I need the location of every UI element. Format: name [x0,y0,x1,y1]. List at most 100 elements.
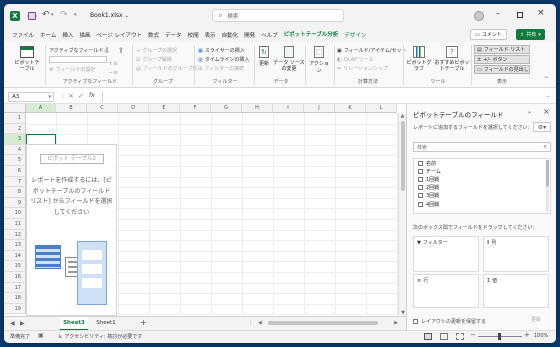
tab-formulas[interactable]: 数式 [145,29,162,43]
expand-formula-icon[interactable]: ⌄ [546,93,550,99]
row-header[interactable]: 15 [4,261,26,272]
column-header[interactable]: J [304,104,335,113]
tab-help[interactable]: ヘルプ [258,29,281,43]
field-item[interactable]: 名前 [414,159,550,167]
row-header[interactable]: 14 [4,250,26,262]
formula-input[interactable] [102,92,544,102]
fields-items-sets-button[interactable]: ▣ フィールド/アイテム/セット [337,46,407,55]
formula-more-icon[interactable]: ⋮ [60,93,66,100]
macro-record-icon[interactable]: ▣ [38,332,44,339]
column-header[interactable]: H [242,104,273,113]
comment-button[interactable]: ▭ コメント [470,29,507,40]
qat-more-icon[interactable]: ▾ [74,12,77,18]
recommended-pivot-button[interactable]: ? おすすめピボットテーブル [434,46,470,72]
values-area[interactable]: Σ値 [483,274,549,308]
pivot-chart-button[interactable]: ピボットグラフ [406,46,432,72]
horizontal-scrollbar[interactable]: ◀ ▶ [258,320,398,327]
active-field-input[interactable] [49,56,107,63]
minimize-icon[interactable]: – [496,9,500,18]
rows-area[interactable]: ≡ 行 [413,274,479,308]
filter-area[interactable]: ▼ フィルター [413,236,479,272]
refresh-button[interactable]: ↻ 更新 [257,46,271,67]
row-header[interactable]: 17 [4,282,26,294]
panel-gear-button[interactable]: ⚙▾ [533,122,551,132]
enter-icon[interactable]: ✓ [78,92,84,100]
row-header[interactable]: 13 [4,240,26,251]
column-header[interactable]: B [56,104,87,113]
undo-icon[interactable]: ↶ [42,10,50,20]
vertical-scrollbar[interactable]: ▲ ▼ [398,113,406,316]
scrollbar-thumb[interactable] [400,121,405,191]
tab-draw[interactable]: 描画 [76,29,93,43]
tab-automate[interactable]: 自動化 [219,29,242,43]
row-header[interactable]: 12 [4,229,26,241]
cancel-icon[interactable]: × [68,92,74,100]
row-header[interactable]: 16 [4,272,26,283]
field-search-input[interactable]: 検索 ⌕ [413,142,551,152]
accessibility-status[interactable]: ♿ アクセシビリティ: 検討が必要です [58,333,142,341]
close-icon[interactable]: × [537,8,545,18]
zoom-level[interactable]: 100% [534,333,548,339]
field-headers-button[interactable]: ▭ フィールドの見出し [474,65,530,74]
plus-minus-buttons-button[interactable]: ± +/- ボタン [474,55,530,64]
tab-pivottable-analyze[interactable]: ピボットテーブル分析 [280,28,342,43]
field-item[interactable]: 1回戦 [414,175,550,183]
group-selection-button[interactable]: → グループの選択 [136,46,190,55]
scroll-left-icon[interactable]: ◀ [258,320,262,326]
row-header[interactable]: 10 [4,208,26,219]
tab-design[interactable]: デザイン [341,29,369,43]
column-header[interactable]: C [87,104,118,113]
column-header[interactable]: I [273,104,304,113]
maximize-icon[interactable] [517,12,523,18]
collapse-field-icon[interactable]: −≡ [108,69,118,76]
next-sheet-icon[interactable]: ▶ [20,320,25,327]
row-header[interactable]: 5 [4,155,26,166]
change-source-button[interactable]: データ ソースの変更 [273,46,305,72]
relationships-button[interactable]: ⇋ リレーションシップ [337,64,399,73]
actions-button[interactable]: ⬚ アクション [307,46,331,74]
row-header[interactable]: 7 [4,176,26,188]
tab-data[interactable]: データ [162,29,185,43]
checkbox[interactable] [418,201,423,207]
collapse-ribbon-icon[interactable]: ⌃ [544,76,549,83]
page-break-view-icon[interactable] [456,333,464,340]
row-header[interactable]: 19 [4,303,26,315]
column-header[interactable]: F [180,104,211,113]
column-header[interactable]: G [211,104,242,113]
tab-view[interactable]: 表示 [202,29,219,43]
tab-file[interactable]: ファイル [9,29,37,43]
update-button[interactable]: 更新 [531,316,541,323]
drill-down-button[interactable]: ⬇ [100,46,114,55]
add-sheet-button[interactable]: + [140,318,147,327]
column-header[interactable]: D [118,104,149,113]
column-header[interactable]: E [149,104,180,113]
pivot-placeholder[interactable]: ピボット テーブル2 レポートを作成するには、[ピボットテーブルのフィールド リ… [26,144,117,316]
field-item[interactable]: チーム [414,167,550,175]
save-icon[interactable] [28,12,36,20]
drill-up-button[interactable]: ⬆ [114,46,128,55]
select-all-corner[interactable] [4,104,26,113]
h-scrollbar-thumb[interactable] [268,321,378,325]
row-header[interactable]: 1 [4,113,26,124]
columns-area[interactable]: ⦀ 列 [483,236,549,272]
field-item[interactable]: 3回戦 [414,192,550,200]
checkbox[interactable] [418,160,423,166]
row-header[interactable]: 8 [4,187,26,198]
column-header[interactable]: K [335,104,366,113]
worksheet-grid[interactable]: ABCDEFGHIJKL 1 2 3 4 5 6 7 8 9 10 11 12 13 14 15 16 17 18… [4,104,406,316]
undo-dropdown-icon[interactable]: ▾ [51,12,54,18]
field-list-scrollbar[interactable] [546,160,549,212]
row-header[interactable]: 18 [4,293,26,304]
field-list-button[interactable]: ▤ フィールド リスト [474,45,530,54]
search-box[interactable]: ⌕ 検索 [212,9,344,22]
share-button[interactable]: ⇪ 共有 ▾ [516,29,545,40]
zoom-in-button[interactable]: + [524,331,530,339]
user-avatar[interactable] [474,11,484,21]
group-field-button[interactable]: ▤ フィールドのグループ化 [136,64,197,73]
column-header[interactable]: A [26,104,56,113]
pivottable-button[interactable]: ピボットテーブル [12,46,42,72]
checkbox[interactable] [418,193,423,199]
filter-connections-button[interactable]: ⊞ フィルターの接続 [198,64,254,73]
insert-timeline-button[interactable]: ▥ タイムラインの挿入 [198,55,254,64]
zoom-out-button[interactable]: − [470,331,476,339]
